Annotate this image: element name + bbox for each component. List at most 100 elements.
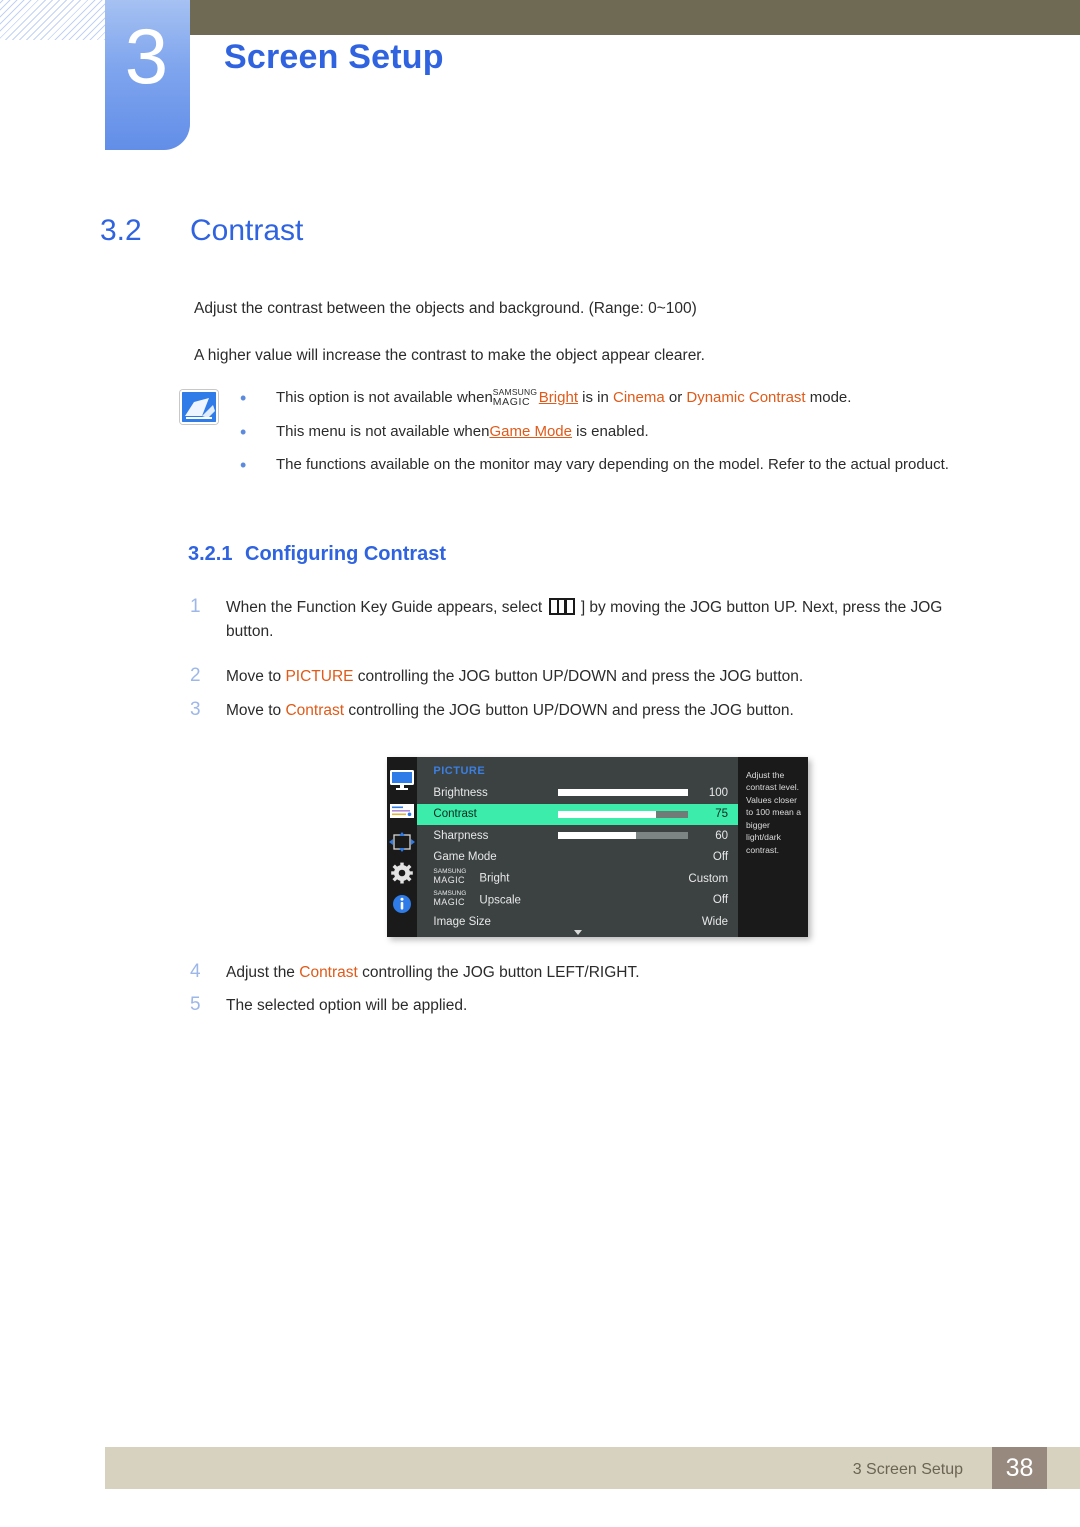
footer-chapter-label: 3 Screen Setup: [852, 1461, 963, 1478]
bullet-glyph: •: [240, 421, 247, 442]
chapter-number: 3: [124, 12, 169, 100]
osd-value: Off: [712, 851, 729, 864]
osd-row-magicupscale[interactable]: SAMSUNG MAGIC Upscale Off: [417, 890, 738, 912]
section-title: Contrast: [190, 214, 304, 247]
osd-label: Image Size: [433, 915, 491, 928]
samsung-magic-label: SAMSUNG MAGIC: [433, 890, 479, 907]
osd-label-text: Bright: [479, 872, 510, 885]
step-4: 4 Adjust the Contrast controlling the JO…: [190, 961, 990, 985]
osd-slider-empty: [558, 897, 688, 904]
osd-slider[interactable]: [558, 832, 689, 840]
osd-row-contrast[interactable]: Contrast 75: [417, 803, 739, 825]
section-heading: 3.2 Contrast: [100, 214, 303, 248]
magic-line-2: MAGIC: [492, 396, 531, 408]
step-text: The selected option will be applied.: [226, 994, 990, 1018]
step-2-pre: Move to: [226, 668, 286, 685]
step-4-pre: Adjust the: [226, 964, 300, 981]
step-1: 1 When the Function Key Guide appears, s…: [190, 596, 990, 644]
osd-slider-empty: [558, 875, 688, 882]
osd-menu-screenshot: PICTURE Brightness 100 Contrast 75 Sharp…: [387, 757, 808, 937]
note-2-link[interactable]: Game Mode: [489, 423, 572, 440]
step-text: Move to Contrast controlling the JOG but…: [226, 699, 990, 723]
step-5-pre: The selected option will be applied.: [226, 997, 468, 1014]
step-2: 2 Move to PICTURE controlling the JOG bu…: [190, 665, 990, 689]
bullet-glyph: •: [240, 455, 247, 476]
osd-slider-empty: [558, 918, 688, 925]
position-arrows-icon[interactable]: [388, 831, 416, 853]
step-4-post: controlling the JOG button LEFT/RIGHT.: [357, 964, 640, 981]
step-3-pre: Move to: [226, 702, 286, 719]
samsung-magic-label: SAMSUNG MAGIC: [433, 868, 479, 886]
note-1-mid: is in: [577, 389, 613, 406]
step-5: 5 The selected option will be applied.: [190, 994, 990, 1018]
osd-label: Game Mode: [433, 851, 497, 864]
note-1-pre: This option is not available when: [276, 389, 493, 406]
magic-line-2: MAGIC: [433, 875, 465, 886]
osd-row-game-mode[interactable]: Game Mode Off: [417, 847, 738, 869]
chapter-number-badge: 3: [105, 0, 190, 150]
osd-value: 100: [708, 786, 729, 799]
step-1-pre: When the Function Key Guide appears, sel…: [226, 599, 547, 616]
subsection-title: Configuring Contrast: [245, 543, 447, 565]
note-list: • This option is not available when SAMSU…: [236, 387, 996, 489]
osd-value: 75: [715, 808, 729, 821]
osd-label: SAMSUNG MAGIC Bright: [433, 868, 558, 886]
chevron-down-icon[interactable]: [573, 930, 582, 935]
osd-row-sharpness[interactable]: Sharpness 60: [417, 825, 738, 847]
osd-label: Contrast: [433, 808, 477, 821]
magic-line-2: MAGIC: [433, 896, 465, 907]
step-text: Adjust the Contrast controlling the JOG …: [226, 961, 990, 985]
osd-value: Wide: [701, 915, 729, 928]
subsection-heading: 3.2.1 Configuring Contrast: [188, 543, 446, 566]
osd-slider[interactable]: [558, 789, 689, 797]
osd-slider[interactable]: [558, 810, 689, 818]
step-2-highlight: PICTURE: [285, 668, 354, 685]
note-1-post: mode.: [805, 389, 852, 406]
subsection-number: 3.2.1: [188, 543, 233, 565]
magic-line-1: SAMSUNG: [433, 889, 467, 897]
step-4-highlight: Contrast: [299, 964, 358, 981]
step-number: 4: [190, 961, 201, 982]
note-1-conj: or: [664, 389, 687, 406]
step-3-highlight: Contrast: [285, 702, 345, 719]
function-key-guide-icon: [548, 598, 575, 615]
osd-slider-empty: [558, 854, 688, 861]
note-1-term-1: Cinema: [613, 389, 665, 406]
list-item: • This option is not available when SAMSU…: [236, 387, 996, 409]
magic-line-1: SAMSUNG: [433, 868, 467, 876]
gear-icon[interactable]: [388, 862, 416, 884]
note-text-3: The functions available on the monitor m…: [276, 456, 949, 474]
header-olive-band: [190, 0, 1080, 35]
slider-fill: [558, 789, 689, 797]
list-item: • This menu is not available whenGame Mo…: [236, 422, 996, 443]
note-pencil-icon: [180, 390, 218, 424]
onscreen-display-icon[interactable]: [388, 800, 416, 822]
osd-label: Sharpness: [433, 829, 489, 842]
step-number: 2: [190, 665, 201, 686]
note-2-post: is enabled.: [572, 422, 649, 440]
chapter-title: Screen Setup: [224, 38, 444, 76]
slider-fill: [558, 832, 637, 840]
monitor-icon[interactable]: [388, 769, 416, 791]
osd-value: 60: [715, 829, 729, 842]
osd-row-magicbright[interactable]: SAMSUNG MAGIC Bright Custom: [417, 868, 738, 890]
osd-label-text: Upscale: [479, 894, 521, 907]
list-item: • The functions available on the monitor…: [236, 455, 996, 476]
note-1-link[interactable]: Bright: [539, 389, 578, 406]
osd-menu-body: PICTURE Brightness 100 Contrast 75 Sharp…: [417, 757, 739, 937]
step-3: 3 Move to Contrast controlling the JOG b…: [190, 699, 990, 723]
intro-paragraph-1: Adjust the contrast between the objects …: [194, 300, 697, 317]
step-3-post: controlling the JOG button UP/DOWN and p…: [344, 702, 794, 719]
info-icon[interactable]: [388, 893, 416, 915]
corner-hatch-decoration: [0, 0, 105, 40]
bullet-glyph: •: [240, 388, 247, 408]
step-number: 5: [190, 994, 201, 1015]
osd-row-brightness[interactable]: Brightness 100: [417, 782, 738, 804]
note-text-1: This option is not available when SAMSUNG…: [276, 387, 996, 409]
osd-label: Brightness: [433, 786, 488, 799]
step-2-post: controlling the JOG button UP/DOWN and p…: [353, 668, 804, 685]
step-text: When the Function Key Guide appears, sel…: [226, 596, 990, 644]
osd-menu-title: PICTURE: [433, 765, 486, 777]
section-number: 3.2: [100, 214, 142, 247]
step-text: Move to PICTURE controlling the JOG butt…: [226, 665, 990, 689]
